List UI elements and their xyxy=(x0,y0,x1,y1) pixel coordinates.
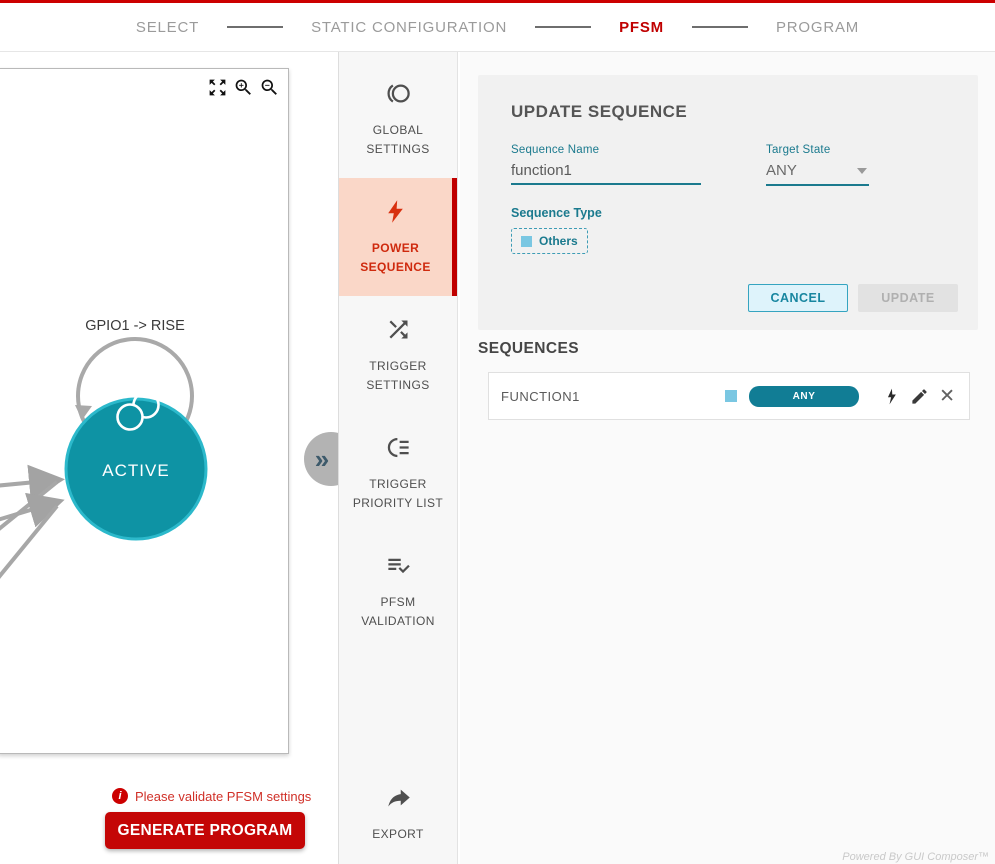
trigger-priority-icon xyxy=(385,434,412,461)
sidebar-item-label: PFSM VALIDATION xyxy=(346,593,450,630)
sequence-panel: UPDATE SEQUENCE Sequence Name Target Sta… xyxy=(460,52,995,864)
chevron-down-icon xyxy=(857,168,867,174)
sequence-name-input[interactable] xyxy=(511,156,701,185)
sequence-form-row: Sequence Name Target State ANY xyxy=(478,122,978,186)
sidebar-item-label: TRIGGER SETTINGS xyxy=(346,357,450,394)
sidebar-item-pfsm-validation[interactable]: PFSM VALIDATION xyxy=(339,532,457,650)
header: SELECT STATIC CONFIGURATION PFSM PROGRAM xyxy=(0,3,995,52)
sidebar-item-label: EXPORT xyxy=(346,825,450,844)
validation-warning: i Please validate PFSM settings xyxy=(112,788,311,804)
update-button[interactable]: UPDATE xyxy=(858,284,958,312)
sequence-row[interactable]: FUNCTION1 ANY ✕ xyxy=(488,372,970,420)
cancel-button[interactable]: CANCEL xyxy=(748,284,848,312)
nav-step-select[interactable]: SELECT xyxy=(136,19,199,36)
state-node-label: ACTIVE xyxy=(102,461,169,480)
sidebar-item-trigger-priority-list[interactable]: TRIGGER PRIORITY LIST xyxy=(339,414,457,532)
stepper-nav: SELECT STATIC CONFIGURATION PFSM PROGRAM xyxy=(136,19,859,36)
sequences-section-title: SEQUENCES xyxy=(478,340,579,358)
sidebar-item-trigger-settings[interactable]: TRIGGER SETTINGS xyxy=(339,296,457,414)
validation-warning-text: Please validate PFSM settings xyxy=(135,789,311,804)
target-state-value: ANY xyxy=(766,162,797,179)
sequence-type-others-chip[interactable]: Others xyxy=(511,228,588,254)
pfsm-validation-icon xyxy=(385,552,412,579)
sidebar-item-label: POWER SEQUENCE xyxy=(344,239,448,276)
sidebar-item-export[interactable]: EXPORT xyxy=(339,755,457,864)
step-connector xyxy=(535,26,591,28)
sidebar-item-power-sequence[interactable]: POWER SEQUENCE xyxy=(339,178,457,296)
export-icon xyxy=(385,784,412,811)
sequence-name-label: Sequence Name xyxy=(511,144,766,156)
edit-pencil-icon[interactable] xyxy=(910,387,929,406)
step-connector xyxy=(227,26,283,28)
sidebar-item-label: TRIGGER PRIORITY LIST xyxy=(346,475,450,512)
update-sequence-card: UPDATE SEQUENCE Sequence Name Target Sta… xyxy=(478,75,978,330)
card-buttons: CANCEL UPDATE xyxy=(748,284,958,312)
nav-step-static-configuration[interactable]: STATIC CONFIGURATION xyxy=(311,19,507,36)
sequence-type-square-icon xyxy=(725,390,737,402)
update-sequence-title: UPDATE SEQUENCE xyxy=(478,75,978,122)
power-sequence-icon xyxy=(382,198,409,225)
zoom-out-icon[interactable] xyxy=(259,77,280,98)
nav-step-program[interactable]: PROGRAM xyxy=(776,19,859,36)
info-icon: i xyxy=(112,788,128,804)
nav-step-pfsm[interactable]: PFSM xyxy=(619,19,664,36)
sequence-type-option-label: Others xyxy=(539,234,578,248)
pfsm-sidebar: GLOBAL SETTINGS POWER SEQUENCE TRIGGER S… xyxy=(338,52,458,864)
pfsm-app: SELECT STATIC CONFIGURATION PFSM PROGRAM xyxy=(0,0,995,864)
transition-label: GPIO1 -> RISE xyxy=(85,318,185,334)
sidebar-item-label: GLOBAL SETTINGS xyxy=(346,121,450,158)
zoom-in-icon[interactable] xyxy=(233,77,254,98)
sidebar-item-global-settings[interactable]: GLOBAL SETTINGS xyxy=(339,60,457,178)
sequence-name-field: Sequence Name xyxy=(511,144,766,186)
canvas-toolbar xyxy=(207,77,280,98)
transition-edge xyxy=(0,480,57,486)
state-diagram: ACTIVE GPIO1 -> RISE xyxy=(0,69,288,753)
generate-program-button[interactable]: GENERATE PROGRAM xyxy=(105,812,305,849)
delete-close-icon[interactable]: ✕ xyxy=(939,387,955,406)
powered-by-branding: Powered By GUI Composer™ xyxy=(842,851,989,863)
fit-view-icon[interactable] xyxy=(207,77,228,98)
transition-edge xyxy=(0,482,57,533)
top-accent-bar xyxy=(0,0,995,3)
sequence-row-name: FUNCTION1 xyxy=(501,389,580,404)
global-settings-icon xyxy=(385,80,412,107)
step-connector xyxy=(692,26,748,28)
target-state-label: Target State xyxy=(766,144,926,156)
checked-square-icon xyxy=(521,236,532,247)
trigger-bolt-icon[interactable] xyxy=(882,387,901,406)
target-state-select[interactable]: ANY xyxy=(766,156,869,186)
sequence-type-label: Sequence Type xyxy=(478,186,978,220)
trigger-settings-icon xyxy=(385,316,412,343)
target-state-field: Target State ANY xyxy=(766,144,926,186)
target-state-badge: ANY xyxy=(749,386,859,407)
state-diagram-canvas[interactable]: ACTIVE GPIO1 -> RISE xyxy=(0,68,289,754)
